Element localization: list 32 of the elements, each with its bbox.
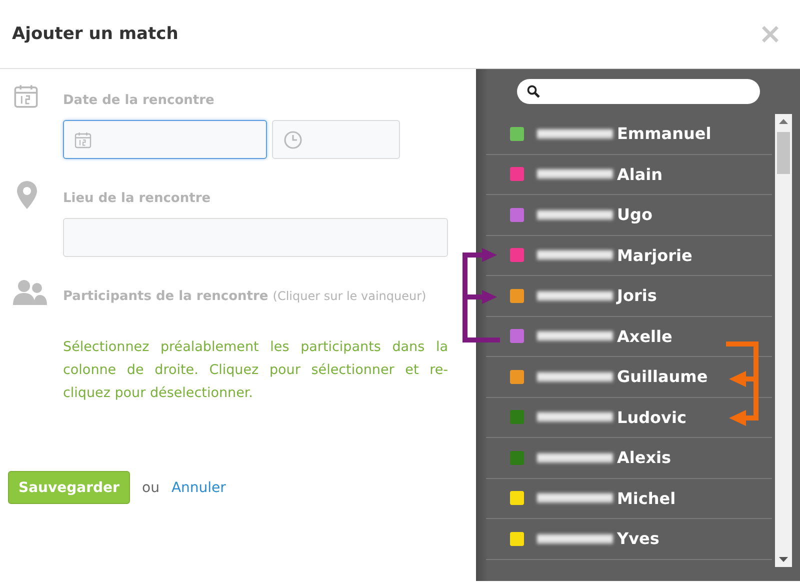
search-field[interactable] xyxy=(517,79,760,104)
place-label: Lieu de la rencontre xyxy=(63,191,212,206)
date-label: Date de la rencontre xyxy=(63,93,216,108)
calendar-icon xyxy=(13,83,39,109)
scroll-up-icon[interactable] xyxy=(779,119,788,124)
people-icon xyxy=(13,279,47,305)
location-pin-icon xyxy=(17,181,37,209)
player-item[interactable]: Yves xyxy=(486,519,772,560)
player-item[interactable]: Michel xyxy=(486,478,772,519)
player-item[interactable]: Emmanuel xyxy=(486,114,772,154)
scroll-down-icon[interactable] xyxy=(779,557,788,562)
place-field[interactable] xyxy=(63,218,448,257)
player-item[interactable]: Ludovic xyxy=(486,398,772,438)
date-field[interactable] xyxy=(63,120,267,159)
window-title: Ajouter un match xyxy=(12,24,178,44)
participants-label: Participants de la rencontre (Cliquer sur le vainqueur) xyxy=(63,289,428,304)
player-item[interactable]: Axelle xyxy=(486,316,772,357)
player-item[interactable]: Marjorie xyxy=(486,236,772,276)
player-item[interactable]: Guillaume xyxy=(486,357,772,398)
instructions-text: Sélectionnez préalablement les participants dans la colonne de droite. Cliquez pour sélectionner et re-cliquez pour déselectionner. xyxy=(63,338,448,403)
scrollbar-thumb[interactable] xyxy=(777,132,790,174)
search-icon xyxy=(527,85,540,98)
player-item[interactable]: Alain xyxy=(486,154,772,195)
player-item[interactable]: Ugo xyxy=(486,195,772,236)
clock-icon xyxy=(283,130,303,150)
scrollbar[interactable] xyxy=(775,114,792,567)
player-item[interactable]: Alexis xyxy=(486,438,772,478)
calendar-icon xyxy=(74,130,92,148)
player-item[interactable]: Joris xyxy=(486,276,772,316)
cancel-link[interactable]: Annuler xyxy=(171,480,226,496)
time-field[interactable] xyxy=(272,120,400,159)
or-text: ou xyxy=(142,480,160,496)
